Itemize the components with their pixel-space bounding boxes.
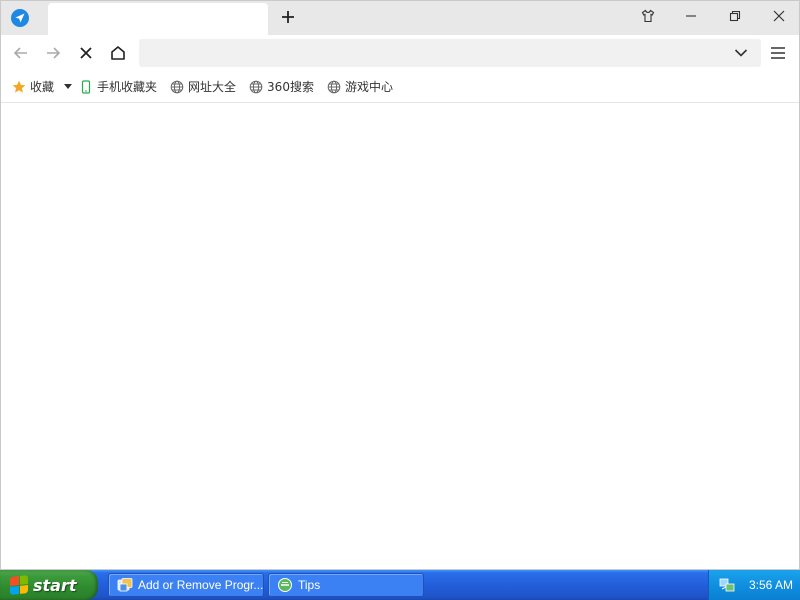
address-bar[interactable] [139, 39, 761, 67]
globe-icon [248, 79, 264, 95]
close-icon [773, 10, 785, 22]
forward-button[interactable] [41, 41, 65, 65]
stop-button[interactable] [74, 41, 98, 65]
control-panel-icon [117, 577, 133, 593]
plus-icon [282, 11, 294, 23]
stop-icon [80, 47, 92, 59]
caret-down-icon [64, 83, 73, 89]
taskbar-item-label: Add or Remove Progr... [138, 578, 264, 592]
home-button[interactable] [106, 41, 130, 65]
main-menu-button[interactable] [767, 43, 789, 63]
bookmark-label: 360搜索 [267, 80, 314, 94]
hamburger-menu-icon [771, 47, 785, 59]
bookmarks-bar: 收藏 手机收藏夹 网址大全 360搜索 游戏中心 [1, 71, 799, 103]
taskbar-item-add-remove-programs[interactable]: Add or Remove Progr... [108, 573, 264, 597]
restore-icon [729, 10, 741, 22]
bookmark-label: 网址大全 [188, 80, 237, 94]
phone-icon [78, 79, 94, 95]
forward-arrow-icon [47, 47, 61, 59]
back-button[interactable] [9, 41, 33, 65]
shirt-icon [641, 9, 655, 23]
bookmark-label: 游戏中心 [344, 80, 393, 94]
bookmark-360-search[interactable]: 360搜索 [248, 76, 314, 98]
back-arrow-icon [13, 47, 27, 59]
bookmark-label: 收藏 [30, 80, 55, 94]
start-label: start [33, 575, 77, 595]
bookmark-site-directory[interactable]: 网址大全 [169, 76, 236, 98]
clock[interactable]: 3:56 AM [749, 578, 793, 592]
new-tab-button[interactable] [277, 6, 299, 28]
minimize-icon [686, 15, 696, 17]
address-dropdown-button[interactable] [729, 45, 753, 61]
globe-icon [169, 79, 185, 95]
browser-icon [277, 577, 293, 593]
home-icon [111, 46, 125, 60]
bookmark-game-center[interactable]: 游戏中心 [326, 76, 393, 98]
navigation-toolbar [1, 35, 799, 71]
taskbar-item-label: Tips [298, 578, 321, 592]
network-icon[interactable] [719, 577, 735, 593]
page-content[interactable] [1, 104, 799, 569]
bookmark-favorites[interactable]: 收藏 [11, 76, 54, 98]
chevron-down-icon [734, 49, 748, 57]
close-button[interactable] [766, 5, 792, 27]
browser-window: 收藏 手机收藏夹 网址大全 360搜索 游戏中心 [0, 0, 800, 570]
minimize-button[interactable] [678, 5, 704, 27]
browser-logo-icon[interactable] [11, 9, 29, 27]
windows-logo-icon [10, 575, 28, 595]
restore-button[interactable] [722, 5, 748, 27]
system-tray: 3:56 AM [708, 570, 800, 600]
skin-button[interactable] [635, 5, 661, 27]
start-button[interactable]: start [0, 570, 98, 600]
tab-active[interactable] [48, 3, 268, 35]
tab-strip [1, 1, 799, 35]
bookmark-label: 手机收藏夹 [97, 80, 158, 94]
star-icon [11, 79, 27, 95]
bookmark-mobile-favorites[interactable]: 手机收藏夹 [78, 76, 157, 98]
favorites-dropdown-button[interactable] [64, 82, 73, 92]
globe-icon [326, 79, 342, 95]
taskbar-item-tips[interactable]: Tips [268, 573, 424, 597]
taskbar: start Add or Remove Progr... Tips 3:56 A… [0, 570, 800, 600]
